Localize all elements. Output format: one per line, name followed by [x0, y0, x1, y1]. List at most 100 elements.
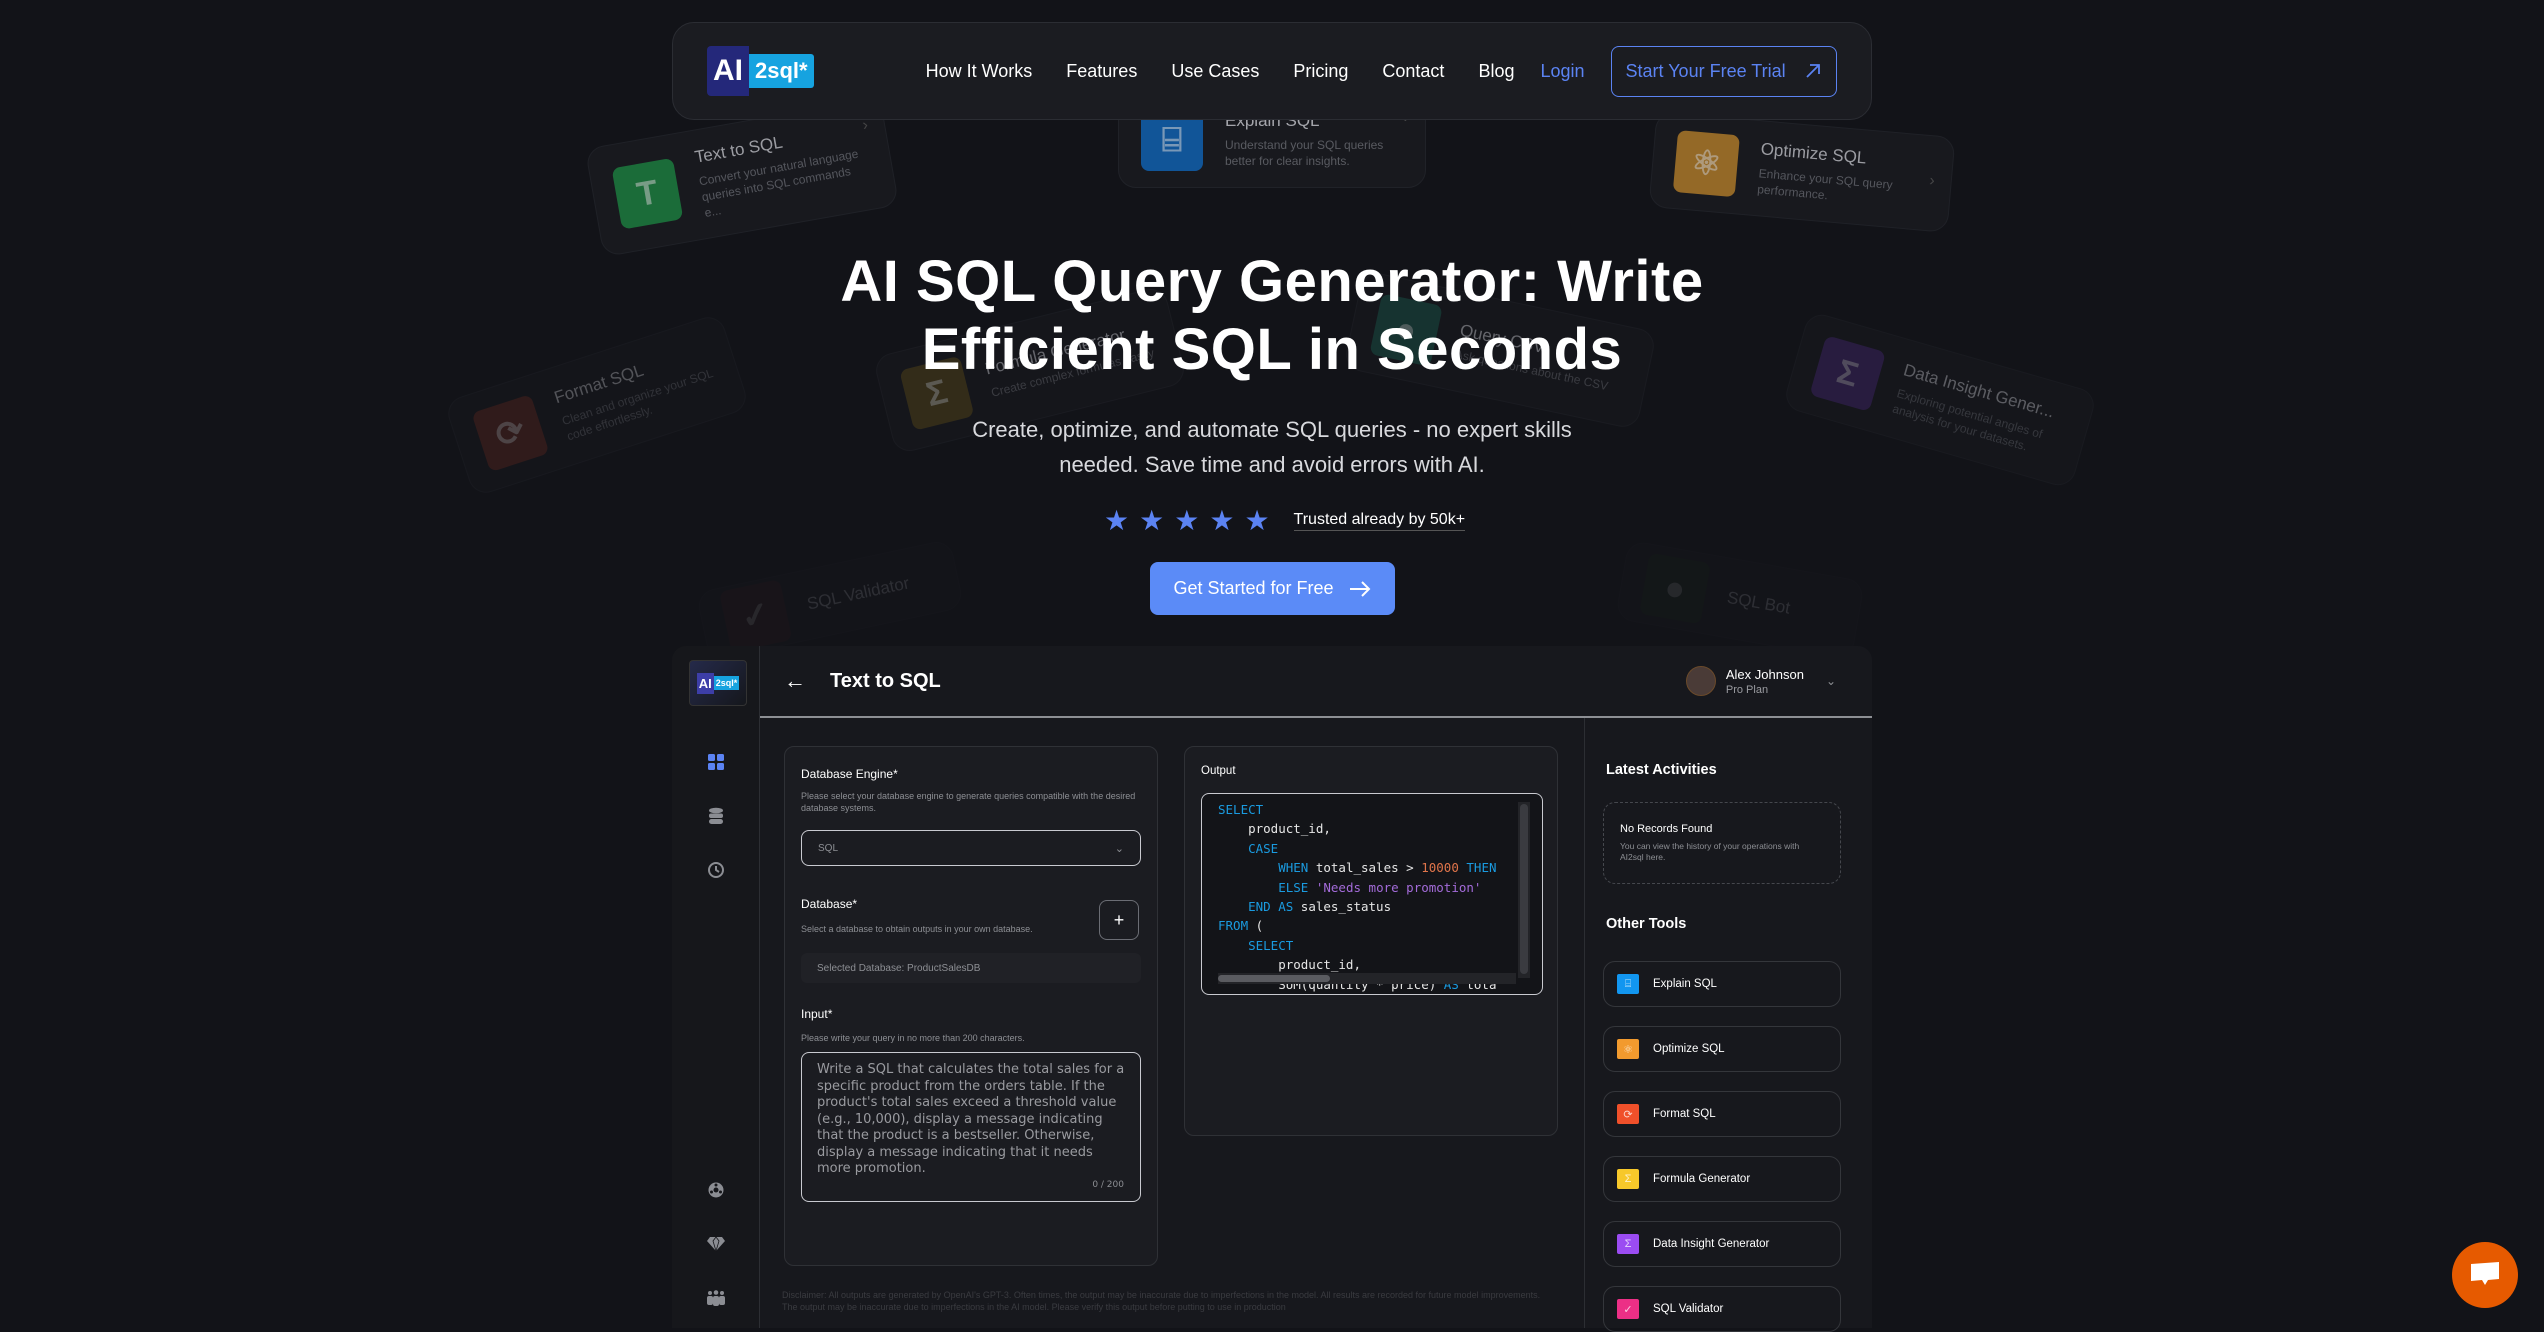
code-output[interactable]: SELECT product_id, CASE WHEN total_sales… — [1201, 793, 1543, 995]
code-line: FROM ( — [1218, 916, 1497, 935]
code-token: 10000 — [1421, 860, 1459, 876]
navbar: AI 2sql* How It Works Features Use Cases… — [672, 22, 1872, 120]
right-panel: Latest Activities No Records Found You c… — [1584, 718, 1872, 1332]
tool-data-insight-generator[interactable]: Σ Data Insight Generator — [1603, 1221, 1841, 1267]
nav-features[interactable]: Features — [1066, 61, 1137, 82]
bg-card-text-to-sql: T Text to SQL Convert your natural langua… — [584, 96, 900, 258]
code-token: ( — [1248, 918, 1264, 934]
code-line: ELSE 'Needs more promotion' — [1218, 878, 1497, 897]
user-plan: Pro Plan — [1725, 683, 1769, 696]
get-started-button[interactable]: Get Started for Free — [1150, 562, 1395, 615]
tool-explain-sql[interactable]: ⌸ Explain SQL — [1603, 961, 1841, 1007]
app-logo[interactable]: AI 2sql* — [689, 660, 747, 706]
code-token: total_sales > — [1308, 860, 1422, 876]
nav-blog[interactable]: Blog — [1478, 61, 1514, 82]
chevron-down-icon: ⌄ — [1114, 842, 1124, 855]
tool-formula-generator[interactable]: Σ Formula Generator — [1603, 1156, 1841, 1202]
bg-card-desc: Understand your SQL queries better for c… — [1225, 137, 1384, 168]
logo-ai: AI — [696, 672, 714, 694]
chat-button[interactable] — [2452, 1242, 2518, 1308]
tool-label: Data Insight Generator — [1653, 1238, 1770, 1250]
hero-subtitle-line2: needed. Save time and avoid errors with … — [1059, 452, 1485, 477]
add-database-button[interactable]: + — [1099, 900, 1139, 940]
database-icon[interactable] — [702, 802, 730, 830]
tool-label: Formula Generator — [1653, 1173, 1751, 1185]
logo-2sql: 2sql* — [713, 676, 740, 690]
rating: ★ ★ ★ ★ ★ Trusted already by 50k+ — [1104, 505, 1466, 536]
team-icon[interactable] — [702, 1284, 730, 1312]
engine-select[interactable]: SQL ⌄ — [801, 830, 1141, 866]
diamond-icon[interactable] — [702, 1230, 730, 1258]
code-token: END AS — [1248, 899, 1294, 915]
tool-optimize-sql[interactable]: ⚛ Optimize SQL — [1603, 1026, 1841, 1072]
hero-subtitle: Create, optimize, and automate SQL queri… — [0, 412, 2544, 482]
code-token: WHEN — [1278, 860, 1309, 876]
tool-format-sql[interactable]: ⟳ Format SQL — [1603, 1091, 1841, 1137]
bg-card-desc: Enhance your SQL query performance. — [1756, 166, 1894, 203]
disclaimer: Disclaimer: All outputs are generated by… — [782, 1290, 1541, 1312]
atom-icon: ⚛ — [1617, 1039, 1639, 1059]
nav-pricing[interactable]: Pricing — [1293, 61, 1348, 82]
input-help: Please write your query in no more than … — [801, 1033, 1025, 1043]
app-header: ← Text to SQL Alex Johnson Pro Plan ⌄ — [760, 646, 1872, 718]
code-line: END AS sales_status — [1218, 897, 1497, 916]
tool-sql-validator[interactable]: ✓ SQL Validator — [1603, 1286, 1841, 1332]
star-icon: ★ — [1104, 505, 1130, 536]
code-line: CASE — [1218, 839, 1497, 858]
login-link[interactable]: Login — [1540, 61, 1584, 82]
star-icon: ★ — [1174, 505, 1200, 536]
database-select[interactable]: Selected Database: ProductSalesDB — [801, 953, 1141, 983]
output-label: Output — [1201, 765, 1236, 777]
database-label: Database* — [801, 897, 858, 911]
dashboard-icon[interactable] — [702, 748, 730, 776]
app-sidebar: AI 2sql* — [672, 646, 760, 1328]
trial-label: Start Your Free Trial — [1625, 60, 1786, 81]
code-token: SELECT — [1248, 937, 1294, 953]
bg-card-sql-bot: ● SQL Bot — [1614, 539, 1866, 661]
code-token: FROM — [1218, 918, 1249, 934]
sql-code: SELECT product_id, CASE WHEN total_sales… — [1218, 800, 1497, 995]
hero-title-line1: AI SQL Query Generator: Write — [840, 249, 1704, 314]
code-line: product_id, — [1218, 819, 1497, 838]
trusted-link[interactable]: Trusted already by 50k+ — [1293, 511, 1466, 531]
code-line: product_id, — [1218, 955, 1497, 974]
nav-how-it-works[interactable]: How It Works — [926, 61, 1033, 82]
code-token: product_id, — [1218, 957, 1361, 973]
code-token: product_id, — [1218, 821, 1331, 837]
history-icon[interactable] — [702, 856, 730, 884]
code-line: FROM orders — [1218, 994, 1497, 995]
query-text: Write a SQL that calculates the total sa… — [817, 1062, 1125, 1176]
horizontal-scrollbar[interactable] — [1218, 975, 1330, 982]
nav-use-cases[interactable]: Use Cases — [1171, 61, 1259, 82]
vertical-scrollbar[interactable] — [1520, 804, 1528, 974]
user-menu[interactable]: Alex Johnson Pro Plan ⌄ — [1685, 666, 1836, 696]
tool-label: Optimize SQL — [1653, 1043, 1725, 1055]
start-free-trial-button[interactable]: Start Your Free Trial — [1610, 45, 1837, 97]
bg-card-title: SQL Bot — [1725, 587, 1792, 618]
atom-icon: ⚛ — [1672, 130, 1740, 198]
back-arrow-icon[interactable]: ← — [784, 668, 806, 694]
bg-card-optimize-sql: ⚛ Optimize SQL Enhance your SQL query per… — [1648, 111, 1956, 233]
nav-contact[interactable]: Contact — [1382, 61, 1444, 82]
empty-desc: You can view the history of your operati… — [1620, 841, 1800, 862]
tool-label: Format SQL — [1653, 1108, 1716, 1120]
validator-icon: ✓ — [718, 579, 793, 653]
arrow-up-right-icon — [1805, 64, 1820, 78]
support-icon[interactable] — [702, 1176, 730, 1204]
code-token: CASE — [1248, 840, 1279, 856]
code-token: 'Needs more promotion' — [1315, 879, 1482, 895]
cta-label: Get Started for Free — [1173, 578, 1334, 598]
arrow-right-icon — [1349, 580, 1370, 597]
bg-card-sql-validator: ✓ SQL Validator — [695, 538, 965, 662]
tool-label: Explain SQL — [1653, 978, 1717, 990]
logo[interactable]: AI 2sql* — [707, 46, 814, 96]
query-input[interactable]: Write a SQL that calculates the total sa… — [801, 1052, 1141, 1202]
no-records-box: No Records Found You can view the histor… — [1603, 802, 1841, 884]
code-line: SELECT — [1218, 800, 1497, 819]
star-icon: ★ — [1209, 505, 1235, 536]
